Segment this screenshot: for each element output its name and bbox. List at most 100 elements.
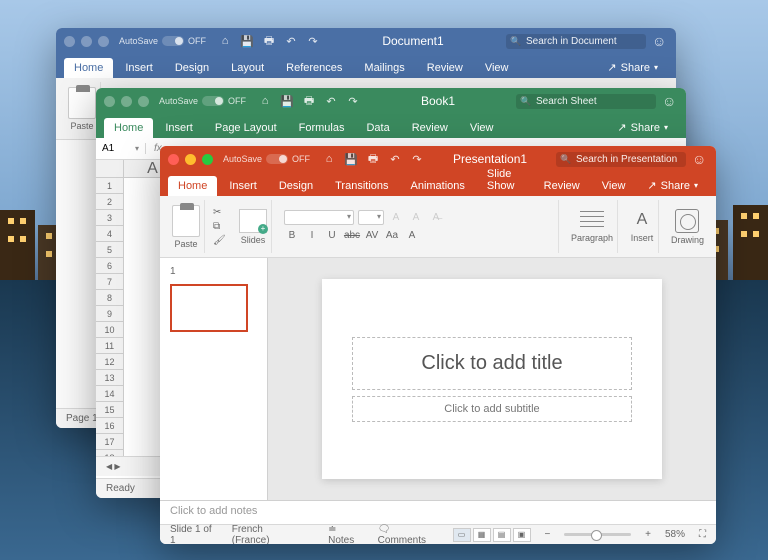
tab-insert[interactable]: Insert <box>219 176 267 196</box>
zoom-slider[interactable] <box>564 533 631 536</box>
subtitle-placeholder[interactable]: Click to add subtitle <box>352 396 632 422</box>
row-header[interactable]: 6 <box>96 258 123 274</box>
row-header[interactable]: 9 <box>96 306 123 322</box>
share-button[interactable]: ↗ Share ▾ <box>637 175 708 196</box>
autosave-toggle[interactable]: AutoSaveOFF <box>223 154 310 164</box>
slide-thumbnail[interactable] <box>170 284 248 332</box>
minimize-icon[interactable] <box>81 36 92 47</box>
tab-view[interactable]: View <box>475 58 519 78</box>
tab-data[interactable]: Data <box>356 118 399 138</box>
name-box[interactable]: A1▾ <box>96 143 146 154</box>
word-traffic-lights[interactable] <box>64 36 109 47</box>
tab-review[interactable]: Review <box>417 58 473 78</box>
row-header[interactable]: 12 <box>96 354 123 370</box>
normal-view-icon[interactable]: ▭ <box>453 528 471 542</box>
share-button[interactable]: ↗ Share ▾ <box>597 57 668 78</box>
row-header[interactable]: 5 <box>96 242 123 258</box>
redo-icon[interactable]: ↷ <box>346 94 360 108</box>
comments-button[interactable]: 🗨 Comments <box>378 524 439 545</box>
print-icon[interactable]: 🖶 <box>262 34 276 48</box>
row-header[interactable]: 2 <box>96 194 123 210</box>
excel-titlebar[interactable]: AutoSaveOFF ⌂ 💾 🖶 ↶ ↷ Book1 Search Sheet… <box>96 88 686 114</box>
underline-button[interactable]: U <box>324 228 340 244</box>
row-header[interactable]: 8 <box>96 290 123 306</box>
undo-icon[interactable]: ↶ <box>388 152 402 166</box>
row-header[interactable]: 11 <box>96 338 123 354</box>
home-icon[interactable]: ⌂ <box>322 152 336 166</box>
print-icon[interactable]: 🖶 <box>366 152 380 166</box>
tab-home[interactable]: Home <box>64 58 113 78</box>
row-header[interactable]: 13 <box>96 370 123 386</box>
row-header[interactable]: 4 <box>96 226 123 242</box>
fullscreen-icon[interactable] <box>138 96 149 107</box>
fullscreen-icon[interactable] <box>98 36 109 47</box>
home-icon[interactable]: ⌂ <box>218 34 232 48</box>
ppt-titlebar[interactable]: AutoSaveOFF ⌂ 💾 🖶 ↶ ↷ Presentation1 Sear… <box>160 146 716 172</box>
reading-view-icon[interactable]: ▤ <box>493 528 511 542</box>
format-painter-icon[interactable]: 🖌 <box>213 235 227 247</box>
tab-mailings[interactable]: Mailings <box>354 58 414 78</box>
search-input[interactable]: Search in Presentation <box>556 152 686 167</box>
minimize-icon[interactable] <box>121 96 132 107</box>
tab-animations[interactable]: Animations <box>401 176 475 196</box>
home-icon[interactable]: ⌂ <box>258 94 272 108</box>
close-icon[interactable] <box>168 154 179 165</box>
row-header[interactable]: 17 <box>96 434 123 450</box>
tab-review[interactable]: Review <box>402 118 458 138</box>
redo-icon[interactable]: ↷ <box>410 152 424 166</box>
user-icon[interactable]: ☺ <box>692 151 708 167</box>
zoom-in-button[interactable]: + <box>645 529 651 540</box>
user-icon[interactable]: ☺ <box>652 33 668 49</box>
notes-button[interactable]: ≐ Notes <box>328 524 364 545</box>
language-indicator[interactable]: French (France) <box>232 524 300 545</box>
save-icon[interactable]: 💾 <box>344 152 358 166</box>
slide-canvas-area[interactable]: Click to add title Click to add subtitle <box>268 258 716 500</box>
row-header[interactable]: 3 <box>96 210 123 226</box>
tab-references[interactable]: References <box>276 58 352 78</box>
sorter-view-icon[interactable]: ▦ <box>473 528 491 542</box>
title-placeholder[interactable]: Click to add title <box>352 337 632 390</box>
tab-insert[interactable]: Insert <box>115 58 163 78</box>
excel-traffic-lights[interactable] <box>104 96 149 107</box>
row-header[interactable]: 14 <box>96 386 123 402</box>
row-header[interactable]: 7 <box>96 274 123 290</box>
change-case-button[interactable]: Aa <box>384 228 400 244</box>
char-spacing-button[interactable]: AV <box>364 228 380 244</box>
undo-icon[interactable]: ↶ <box>324 94 338 108</box>
autosave-toggle[interactable]: AutoSaveOFF <box>159 96 246 106</box>
font-name-select[interactable] <box>284 210 354 225</box>
italic-button[interactable]: I <box>304 228 320 244</box>
tab-view[interactable]: View <box>592 176 636 196</box>
save-icon[interactable]: 💾 <box>280 94 294 108</box>
tab-slideshow[interactable]: Slide Show <box>477 164 532 196</box>
nav-collapse-icon[interactable]: ◀ ▶ <box>106 462 121 471</box>
row-header[interactable]: 16 <box>96 418 123 434</box>
paste-icon[interactable] <box>172 205 200 237</box>
minimize-icon[interactable] <box>185 154 196 165</box>
undo-icon[interactable]: ↶ <box>284 34 298 48</box>
slide-indicator[interactable]: Slide 1 of 1 <box>170 524 218 545</box>
tab-home[interactable]: Home <box>168 176 217 196</box>
ppt-traffic-lights[interactable] <box>168 154 213 165</box>
search-input[interactable]: Search in Document <box>506 34 646 49</box>
tab-transitions[interactable]: Transitions <box>325 176 398 196</box>
user-icon[interactable]: ☺ <box>662 93 678 109</box>
tab-formulas[interactable]: Formulas <box>289 118 355 138</box>
clear-format-icon[interactable]: A̶ <box>428 210 444 226</box>
row-header[interactable]: 10 <box>96 322 123 338</box>
close-icon[interactable] <box>64 36 75 47</box>
grow-font-icon[interactable]: A <box>388 210 404 226</box>
tab-page-layout[interactable]: Page Layout <box>205 118 287 138</box>
font-size-select[interactable] <box>358 210 384 225</box>
tab-layout[interactable]: Layout <box>221 58 274 78</box>
font-color-button[interactable]: A <box>404 228 420 244</box>
shrink-font-icon[interactable]: A <box>408 210 424 226</box>
copy-icon[interactable]: ⧉ <box>213 221 227 233</box>
strike-button[interactable]: abc <box>344 228 360 244</box>
paragraph-icon[interactable] <box>580 211 604 231</box>
slide-canvas[interactable]: Click to add title Click to add subtitle <box>322 279 662 479</box>
new-slide-icon[interactable] <box>239 209 267 233</box>
close-icon[interactable] <box>104 96 115 107</box>
notes-pane[interactable]: Click to add notes <box>160 500 716 524</box>
row-header[interactable]: 18 <box>96 450 123 456</box>
